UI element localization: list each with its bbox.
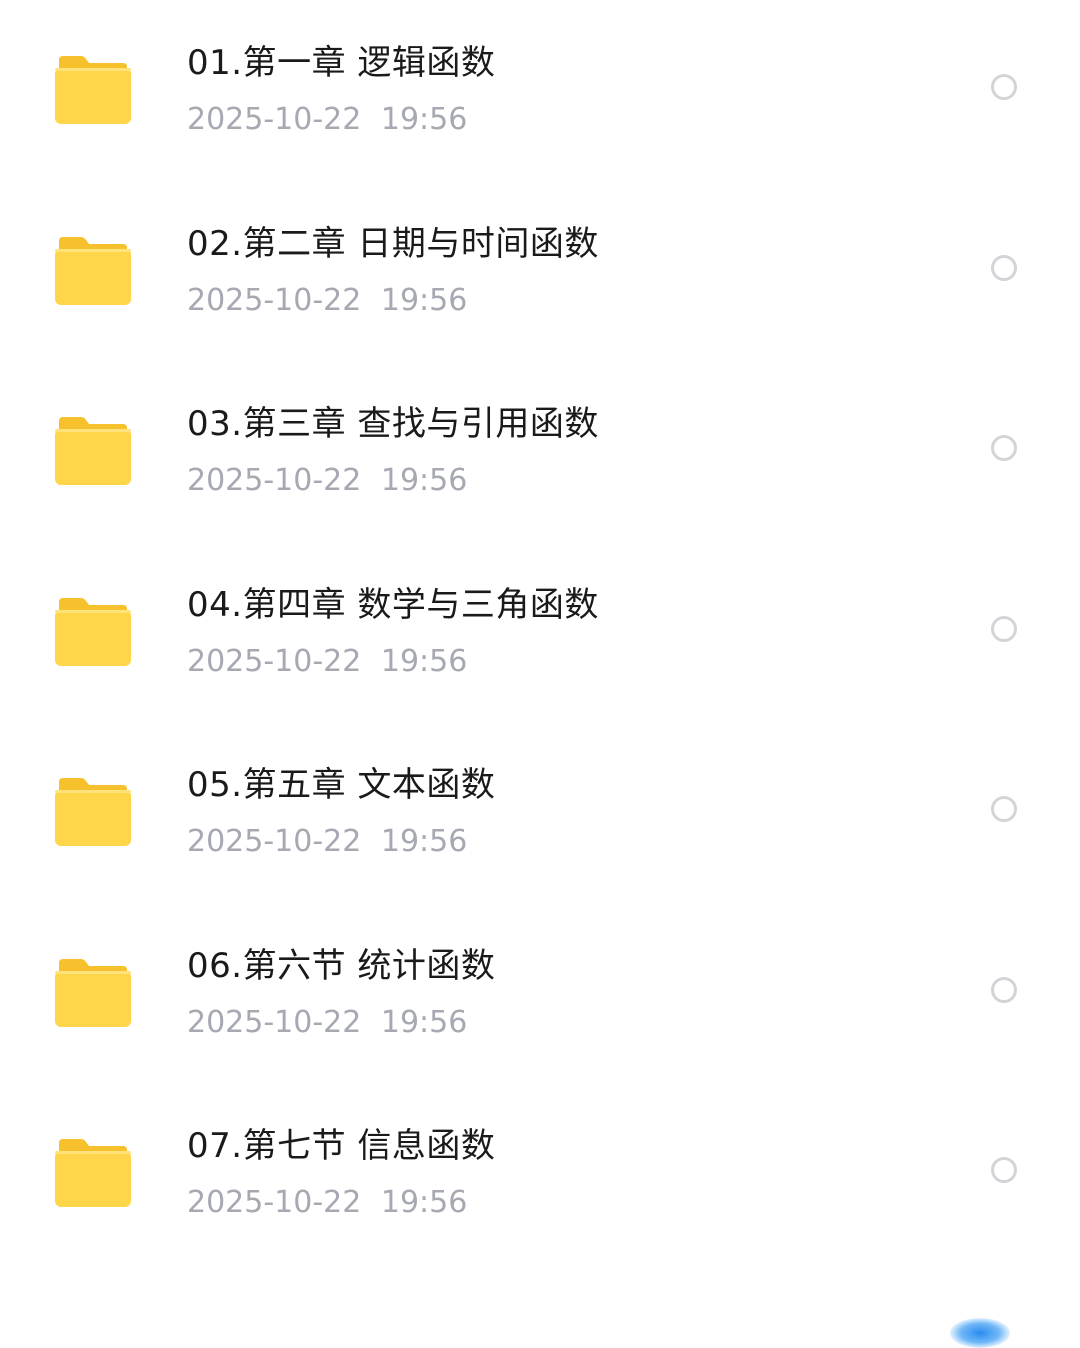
floating-action-button[interactable] [950,1318,1010,1348]
list-item[interactable]: 06.第六节 统计函数 2025-10-22 19:56 [0,903,1080,1083]
file-name: 06.第六节 统计函数 [187,946,496,986]
folder-icon [55,1139,131,1207]
radio-unchecked-icon[interactable] [991,74,1017,100]
radio-unchecked-icon[interactable] [991,1157,1017,1183]
file-name: 07.第七节 信息函数 [187,1126,496,1166]
folder-icon [55,237,131,305]
file-date: 2025-10-22 19:56 [187,283,468,318]
file-date: 2025-10-22 19:56 [187,463,468,498]
file-name: 03.第三章 查找与引用函数 [187,404,599,444]
file-date: 2025-10-22 19:56 [187,1185,468,1220]
file-list: 01.第一章 逻辑函数 2025-10-22 19:56 02.第二章 日期与时… [0,0,1080,1327]
folder-icon [55,56,131,124]
file-name: 01.第一章 逻辑函数 [187,43,496,83]
folder-icon [55,959,131,1027]
folder-icon [55,417,131,485]
file-date: 2025-10-22 19:56 [187,102,468,137]
radio-unchecked-icon[interactable] [991,977,1017,1003]
radio-unchecked-icon[interactable] [991,796,1017,822]
list-item[interactable]: 04.第四章 数学与三角函数 2025-10-22 19:56 [0,542,1080,722]
file-name: 02.第二章 日期与时间函数 [187,224,599,264]
radio-unchecked-icon[interactable] [991,255,1017,281]
file-name: 04.第四章 数学与三角函数 [187,585,599,625]
list-item[interactable]: 05.第五章 文本函数 2025-10-22 19:56 [0,722,1080,902]
radio-unchecked-icon[interactable] [991,616,1017,642]
list-item[interactable]: 07.第七节 信息函数 2025-10-22 19:56 [0,1083,1080,1263]
folder-icon [55,598,131,666]
list-item[interactable]: 02.第二章 日期与时间函数 2025-10-22 19:56 [0,181,1080,361]
file-date: 2025-10-22 19:56 [187,1005,468,1040]
list-item[interactable]: 03.第三章 查找与引用函数 2025-10-22 19:56 [0,361,1080,541]
radio-unchecked-icon[interactable] [991,435,1017,461]
file-name: 05.第五章 文本函数 [187,765,496,805]
list-item[interactable]: 01.第一章 逻辑函数 2025-10-22 19:56 [0,0,1080,180]
folder-icon [55,778,131,846]
file-date: 2025-10-22 19:56 [187,824,468,859]
file-date: 2025-10-22 19:56 [187,644,468,679]
